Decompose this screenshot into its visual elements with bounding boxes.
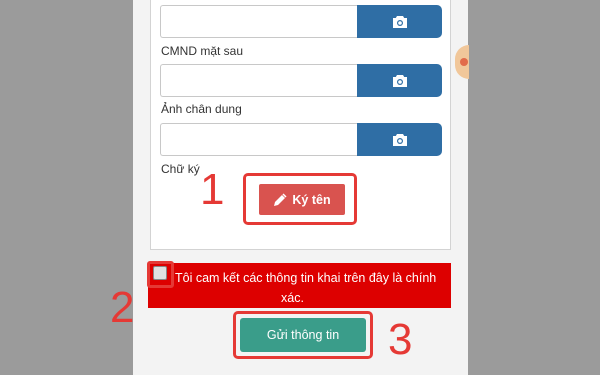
- camera-icon: [392, 15, 407, 28]
- camera-icon: [392, 133, 407, 146]
- upload-field-back[interactable]: [160, 64, 357, 97]
- upload-row-front: [160, 5, 442, 38]
- step-number-2: 2: [110, 283, 135, 332]
- commit-text-line1: Tôi cam kết các thông tin khai trên đây …: [175, 271, 437, 285]
- camera-button-back[interactable]: [357, 64, 442, 97]
- label-back: CMND mặt sau: [161, 44, 244, 58]
- pencil-icon: [274, 192, 287, 206]
- highlight-checkbox: [147, 261, 174, 288]
- upload-field-portrait[interactable]: [160, 123, 357, 156]
- submit-button[interactable]: Gửi thông tin: [240, 318, 366, 352]
- upload-field-front[interactable]: [160, 5, 357, 38]
- upload-row-portrait: [160, 123, 442, 156]
- commit-text-line2: xác.: [281, 291, 304, 305]
- sign-button-label: Ký tên: [292, 192, 331, 207]
- step-number-3: 3: [388, 315, 413, 364]
- step-number-1: 1: [200, 165, 225, 214]
- upload-row-back: [160, 64, 442, 97]
- sign-button[interactable]: Ký tên: [259, 184, 345, 215]
- camera-button-front[interactable]: [357, 5, 442, 38]
- camera-icon: [392, 74, 407, 87]
- commit-text: Tôi cam kết các thông tin khai trên đây …: [175, 268, 450, 308]
- camera-button-portrait[interactable]: [357, 123, 442, 156]
- label-portrait: Ảnh chân dung: [161, 102, 242, 116]
- label-signature: Chữ ký: [161, 162, 200, 176]
